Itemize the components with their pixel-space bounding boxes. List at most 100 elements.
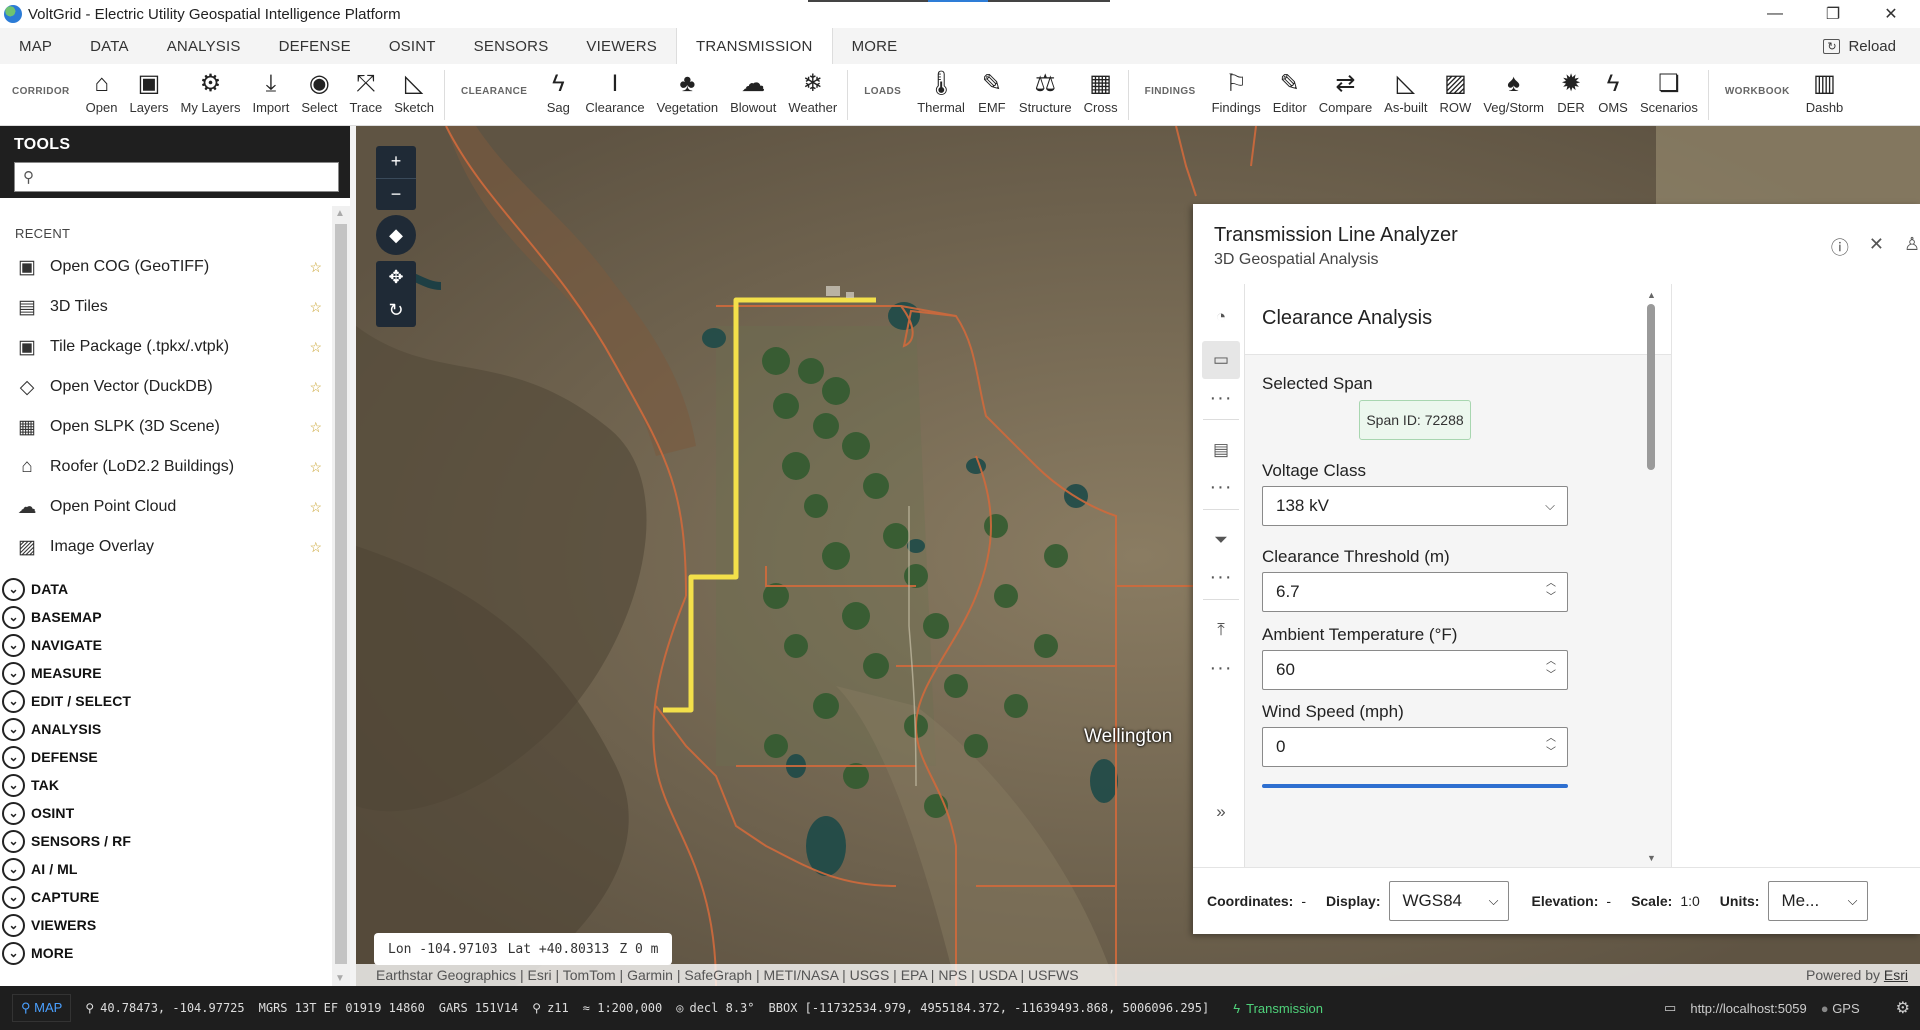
ribbon-tool-as-built[interactable]: ◺ As-built	[1378, 64, 1433, 126]
ribbon-tool-scenarios[interactable]: ❏ Scenarios	[1634, 64, 1704, 126]
menu-tab-osint[interactable]: OSINT	[370, 28, 455, 64]
star-icon[interactable]: ☆	[309, 339, 322, 356]
clearance-threshold-input[interactable]: 6.7 ︿ ﹀	[1262, 572, 1568, 612]
ribbon-tool-dashb[interactable]: ▥ Dashb	[1800, 64, 1850, 126]
display-select[interactable]: WGS84 ⌵	[1389, 881, 1510, 921]
ribbon-tool-compare[interactable]: ⇄ Compare	[1313, 64, 1378, 126]
ribbon-tool-import[interactable]: ⤓ Import	[246, 64, 295, 126]
ribbon-tool-oms[interactable]: ϟ OMS	[1592, 64, 1634, 126]
star-icon[interactable]: ☆	[309, 259, 322, 276]
star-icon[interactable]: ☆	[309, 539, 322, 556]
recent-item[interactable]: ▦ Open SLPK (3D Scene) ☆	[0, 407, 332, 447]
voltage-class-select[interactable]: 138 kV ⌵	[1262, 486, 1568, 526]
content-scrollbar[interactable]: ▲ ▼	[1644, 290, 1658, 863]
recent-item[interactable]: ▣ Tile Package (.tpkx/.vtpk) ☆	[0, 327, 332, 367]
category-basemap[interactable]: ⌄ BASEMAP	[0, 603, 332, 631]
ribbon-tool-my-layers[interactable]: ⚙ My Layers	[175, 64, 247, 126]
ribbon-tool-findings[interactable]: ⚐ Findings	[1206, 64, 1267, 126]
menu-tab-map[interactable]: MAP	[0, 28, 71, 64]
pin-top-icon[interactable]: ⤒	[1202, 611, 1240, 649]
clipboard-icon[interactable]: ▤	[1202, 431, 1240, 469]
recent-item[interactable]: ◇ Open Vector (DuckDB) ☆	[0, 367, 332, 407]
ribbon-tool-blowout[interactable]: ☁ Blowout	[724, 64, 782, 126]
restore-button[interactable]: ❐	[1804, 0, 1862, 28]
recent-item[interactable]: ▣ Open COG (GeoTIFF) ☆	[0, 247, 332, 287]
esri-link[interactable]: Esri	[1884, 967, 1908, 983]
stepper-icon[interactable]: ︿ ﹀	[1546, 732, 1556, 760]
more-dots-icon-2[interactable]: ···	[1202, 476, 1240, 499]
close-panel-icon[interactable]: ✕	[1869, 234, 1884, 260]
reload-button[interactable]: ↻ Reload	[1823, 28, 1896, 64]
gauge-icon[interactable]: ◔	[1202, 298, 1240, 336]
category-more[interactable]: ⌄ MORE	[0, 939, 332, 967]
stepper-icon[interactable]: ︿ ﹀	[1546, 577, 1556, 605]
ribbon-tool-sketch[interactable]: ◺ Sketch	[388, 64, 440, 126]
category-data[interactable]: ⌄ DATA	[0, 575, 332, 603]
menu-tab-analysis[interactable]: ANALYSIS	[148, 28, 260, 64]
settings-gear-icon[interactable]: ⚙	[1896, 998, 1910, 1018]
menu-tab-sensors[interactable]: SENSORS	[455, 28, 568, 64]
zoom-in-button[interactable]: +	[391, 146, 402, 178]
ribbon-tool-thermal[interactable]: 🌡 Thermal	[911, 64, 971, 126]
ribbon-tool-weather[interactable]: ❄ Weather	[782, 64, 843, 126]
ribbon-tool-trace[interactable]: ⤧ Trace	[343, 64, 388, 126]
ribbon-tool-structure[interactable]: ⚖ Structure	[1013, 64, 1078, 126]
minimize-button[interactable]: —	[1746, 0, 1804, 28]
ribbon-tool-vegetation[interactable]: ♣ Vegetation	[651, 64, 724, 126]
close-window-button[interactable]: ✕	[1862, 0, 1920, 28]
menu-tab-more[interactable]: MORE	[833, 28, 917, 64]
menu-tab-transmission[interactable]: TRANSMISSION	[676, 27, 833, 65]
content-scroll-down-icon[interactable]: ▼	[1647, 853, 1656, 863]
tools-search-input[interactable]: ⚲	[14, 162, 339, 192]
ruler-icon[interactable]: ▭	[1202, 341, 1240, 379]
ribbon-tool-select[interactable]: ◉ Select	[295, 64, 343, 126]
category-sensors-rf[interactable]: ⌄ SENSORS / RF	[0, 827, 332, 855]
scroll-down-icon[interactable]: ▼	[335, 973, 345, 984]
content-scroll-up-icon[interactable]: ▲	[1647, 290, 1656, 300]
more-dots-icon-4[interactable]: ···	[1202, 657, 1240, 680]
ribbon-tool-clearance[interactable]: I Clearance	[579, 64, 650, 126]
help-icon[interactable]: ⓘ	[1831, 234, 1849, 260]
ribbon-tool-open[interactable]: ⌂ Open	[80, 64, 124, 126]
category-analysis[interactable]: ⌄ ANALYSIS	[0, 715, 332, 743]
recent-item[interactable]: ⌂ Roofer (LoD2.2 Buildings) ☆	[0, 447, 332, 487]
ribbon-tool-editor[interactable]: ✎ Editor	[1267, 64, 1313, 126]
recent-item[interactable]: ☁ Open Point Cloud ☆	[0, 487, 332, 527]
ambient-temperature-input[interactable]: 60 ︿ ﹀	[1262, 650, 1568, 690]
ribbon-tool-der[interactable]: ✹ DER	[1550, 64, 1592, 126]
category-edit-select[interactable]: ⌄ EDIT / SELECT	[0, 687, 332, 715]
category-ai-ml[interactable]: ⌄ AI / ML	[0, 855, 332, 883]
menu-tab-data[interactable]: DATA	[71, 28, 148, 64]
recent-item[interactable]: ▨ Image Overlay ☆	[0, 527, 332, 567]
scroll-up-icon[interactable]: ▲	[335, 208, 345, 219]
ribbon-tool-emf[interactable]: ✎ EMF	[971, 64, 1013, 126]
rotate-button[interactable]: ↻	[388, 294, 403, 327]
more-dots-icon-3[interactable]: ···	[1202, 566, 1240, 589]
zoom-out-button[interactable]: −	[391, 178, 402, 210]
content-scroll-thumb[interactable]	[1647, 304, 1655, 470]
star-icon[interactable]: ☆	[309, 379, 322, 396]
pan-button[interactable]: ✥	[388, 261, 403, 294]
category-defense[interactable]: ⌄ DEFENSE	[0, 743, 332, 771]
tools-scroll-thumb[interactable]	[335, 224, 347, 964]
ribbon-tool-cross[interactable]: ▦ Cross	[1078, 64, 1124, 126]
category-measure[interactable]: ⌄ MEASURE	[0, 659, 332, 687]
expand-icon[interactable]: »	[1202, 793, 1240, 831]
star-icon[interactable]: ☆	[309, 499, 322, 516]
category-navigate[interactable]: ⌄ NAVIGATE	[0, 631, 332, 659]
tools-scrollbar[interactable]: ▲ ▼	[332, 206, 350, 986]
menu-tab-defense[interactable]: DEFENSE	[260, 28, 370, 64]
ribbon-tool-row[interactable]: ▨ ROW	[1434, 64, 1478, 126]
wind-speed-input[interactable]: 0 ︿ ﹀	[1262, 727, 1568, 767]
map-mode-button[interactable]: ⚲ MAP	[12, 994, 72, 1022]
category-tak[interactable]: ⌄ TAK	[0, 771, 332, 799]
menu-tab-viewers[interactable]: VIEWERS	[567, 28, 676, 64]
star-icon[interactable]: ☆	[309, 299, 322, 316]
category-capture[interactable]: ⌄ CAPTURE	[0, 883, 332, 911]
star-icon[interactable]: ☆	[309, 459, 322, 476]
more-dots-icon[interactable]: ···	[1202, 387, 1240, 410]
units-select[interactable]: Me... ⌵	[1768, 881, 1869, 921]
category-viewers[interactable]: ⌄ VIEWERS	[0, 911, 332, 939]
compass-button[interactable]: ◆	[376, 215, 416, 255]
ribbon-tool-veg-storm[interactable]: ♠ Veg/Storm	[1477, 64, 1550, 126]
